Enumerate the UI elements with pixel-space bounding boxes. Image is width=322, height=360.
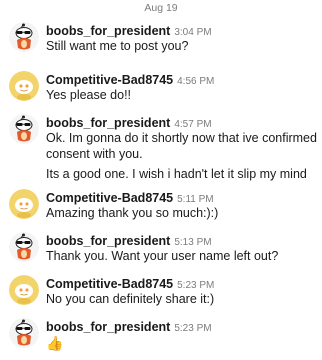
- message-time: 5:23 PM: [177, 280, 215, 291]
- message-text: Ok. Im gonna do it shortly now that ive …: [46, 131, 317, 181]
- username[interactable]: boobs_for_president: [46, 116, 170, 130]
- default-yellow-avatar-icon[interactable]: [9, 189, 39, 219]
- date-separator: Aug 19: [144, 2, 178, 14]
- username[interactable]: boobs_for_president: [46, 320, 170, 334]
- message-text: Still want me to post you?: [46, 39, 189, 53]
- username[interactable]: Competitive-Bad8745: [46, 277, 173, 291]
- username[interactable]: boobs_for_president: [46, 234, 170, 248]
- message-time: 5:11 PM: [177, 194, 214, 205]
- default-yellow-avatar-icon[interactable]: [9, 275, 39, 305]
- username[interactable]: Competitive-Bad8745: [46, 73, 173, 87]
- message-text: Thank you. Want your user name left out?: [46, 249, 279, 263]
- message-text: Amazing thank you so much:):): [46, 206, 219, 220]
- snoo-sunglasses-avatar-icon[interactable]: [9, 114, 39, 144]
- message-time: 4:57 PM: [174, 119, 212, 130]
- snoo-sunglasses-avatar-icon[interactable]: [9, 22, 39, 52]
- message-text: No you can definitely share it:): [46, 292, 215, 306]
- message-text: Yes please do!!: [46, 88, 132, 102]
- message-time: 5:13 PM: [174, 237, 212, 248]
- message-time: 3:04 PM: [174, 27, 212, 38]
- message-time: 5:23 PM: [174, 323, 212, 334]
- username[interactable]: boobs_for_president: [46, 24, 170, 38]
- username[interactable]: Competitive-Bad8745: [46, 191, 173, 205]
- default-yellow-avatar-icon[interactable]: [9, 71, 39, 101]
- message-time: 4:56 PM: [177, 76, 215, 87]
- snoo-sunglasses-avatar-icon[interactable]: [9, 318, 39, 348]
- thumbs-up-icon: 👍: [46, 335, 64, 351]
- snoo-sunglasses-avatar-icon[interactable]: [9, 232, 39, 262]
